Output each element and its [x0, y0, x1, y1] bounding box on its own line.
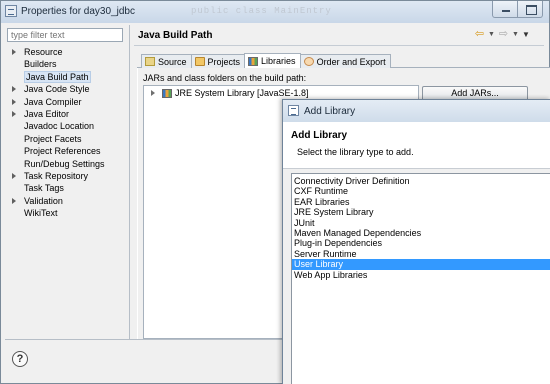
- library-icon: [162, 88, 172, 98]
- nav-tree-label: Java Build Path: [24, 70, 91, 83]
- nav-tree-label: Java Editor: [24, 108, 70, 119]
- expand-arrow-icon[interactable]: [12, 49, 16, 55]
- expand-arrow-icon[interactable]: [12, 110, 16, 117]
- nav-tree-label: Resource: [24, 47, 63, 57]
- sash-divider[interactable]: [129, 25, 130, 339]
- library-type-item[interactable]: Plug-in Dependencies: [292, 238, 550, 248]
- library-type-item[interactable]: EAR Libraries: [292, 197, 550, 207]
- properties-window: Properties for day30_jdbc public class M…: [0, 0, 550, 384]
- library-type-list[interactable]: Connectivity Driver Definition CXF Runtim…: [291, 173, 550, 384]
- dialog-header: Add Library Select the library type to a…: [283, 122, 550, 169]
- library-type-item[interactable]: JRE System Library: [292, 207, 550, 217]
- background-code-text: public class MainEntry: [191, 6, 332, 16]
- minimize-button[interactable]: [492, 1, 518, 18]
- nav-tree-label: Validation: [24, 195, 63, 206]
- nav-tree-label: Builders: [24, 59, 57, 70]
- title-separator: [134, 45, 544, 46]
- back-arrow-icon[interactable]: ⇦: [473, 29, 486, 40]
- nav-tree-item[interactable]: WikiText: [5, 207, 127, 219]
- button-bar-divider: [5, 339, 283, 340]
- add-library-dialog: Add Library Add Library Select the libra…: [282, 99, 550, 384]
- tab-label: Projects: [207, 56, 241, 67]
- projects-icon: [194, 57, 205, 66]
- expand-arrow-icon[interactable]: [151, 90, 155, 96]
- nav-tree-item[interactable]: Java Code Style: [5, 83, 127, 95]
- nav-tree-label: Task Tags: [24, 183, 64, 194]
- dialog-title-glare: [443, 103, 533, 115]
- nav-tree-item[interactable]: Project References: [5, 145, 127, 157]
- nav-tree-label: Project References: [24, 146, 101, 157]
- nav-tree-item[interactable]: Validation: [5, 195, 127, 207]
- libraries-label: JARs and class folders on the build path…: [143, 73, 307, 83]
- nav-tree-label: Task Repository: [24, 170, 89, 181]
- dialog-title: Add Library: [304, 106, 356, 117]
- library-label: JRE System Library [JavaSE-1.8]: [175, 88, 309, 98]
- page-nav-buttons: ⇦ ▼ ⇨ ▼ ▼: [473, 29, 531, 40]
- nav-tree-item[interactable]: Java Compiler: [5, 96, 127, 108]
- nav-tree-label: Project Facets: [24, 133, 82, 144]
- nav-tree-item[interactable]: Builders: [5, 58, 127, 70]
- library-type-item[interactable]: Maven Managed Dependencies: [292, 228, 550, 238]
- maximize-button[interactable]: [517, 1, 543, 18]
- library-type-item[interactable]: Web App Libraries: [292, 270, 550, 280]
- dialog-description: Select the library type to add.: [297, 147, 414, 157]
- properties-nav-tree: Resource Builders Java Build Path Java Code…: [5, 46, 127, 219]
- forward-dropdown-icon[interactable]: ▼: [512, 29, 519, 40]
- tab-label: Source: [158, 56, 187, 67]
- expand-arrow-icon[interactable]: [12, 86, 16, 93]
- nav-tree-item[interactable]: Project Facets: [5, 133, 127, 145]
- window-titlebar[interactable]: Properties for day30_jdbc public class M…: [1, 1, 549, 23]
- nav-tree-label: Java Code Style: [24, 84, 90, 95]
- dialog-heading: Add Library: [291, 130, 348, 141]
- nav-tree-item[interactable]: Task Repository: [5, 170, 127, 182]
- help-icon[interactable]: ?: [12, 351, 28, 367]
- nav-tree-item[interactable]: Java Editor: [5, 108, 127, 120]
- library-type-item[interactable]: CXF Runtime: [292, 186, 550, 196]
- nav-tree-label: Run/Debug Settings: [24, 158, 105, 169]
- filter-input[interactable]: [7, 28, 123, 42]
- tab-libraries[interactable]: Libraries: [244, 53, 301, 68]
- tab-order-and-export[interactable]: Order and Export: [299, 54, 391, 68]
- library-type-item[interactable]: Connectivity Driver Definition: [292, 176, 550, 186]
- dialog-titlebar[interactable]: Add Library: [283, 100, 550, 122]
- nav-tree-item[interactable]: Task Tags: [5, 182, 127, 194]
- expand-arrow-icon[interactable]: [12, 98, 16, 105]
- nav-tree-item[interactable]: Run/Debug Settings: [5, 158, 127, 170]
- order-export-icon: [303, 57, 314, 66]
- window-title: Properties for day30_jdbc: [21, 6, 135, 17]
- library-type-item[interactable]: User Library: [292, 259, 550, 270]
- tab-label: Order and Export: [316, 56, 386, 67]
- page-title: Java Build Path: [138, 30, 213, 41]
- nav-tree-label: Java Compiler: [24, 96, 82, 107]
- nav-tree-item[interactable]: Java Build Path: [5, 70, 127, 83]
- source-folder-icon: [145, 57, 155, 66]
- dialog-window-icon: [288, 105, 299, 116]
- libraries-icon: [248, 56, 259, 66]
- library-type-item[interactable]: JUnit: [292, 218, 550, 228]
- build-path-tabs: Source Projects Libraries Order and Export: [141, 53, 391, 68]
- back-dropdown-icon[interactable]: ▼: [488, 29, 495, 40]
- library-row-jre[interactable]: JRE System Library [JavaSE-1.8]: [151, 88, 309, 98]
- library-type-item[interactable]: Server Runtime: [292, 249, 550, 259]
- forward-arrow-icon[interactable]: ⇨: [497, 29, 510, 40]
- view-menu-icon[interactable]: ▼: [521, 29, 531, 40]
- tab-label: Libraries: [261, 56, 296, 66]
- tab-projects[interactable]: Projects: [190, 54, 246, 68]
- expand-arrow-icon[interactable]: [12, 172, 16, 179]
- nav-tree-item[interactable]: Resource: [5, 46, 127, 58]
- tab-source[interactable]: Source: [141, 54, 192, 68]
- window-controls: [492, 1, 543, 18]
- nav-tree-label: Javadoc Location: [24, 121, 95, 132]
- nav-tree-label: WikiText: [24, 208, 58, 219]
- nav-tree-item[interactable]: Javadoc Location: [5, 120, 127, 132]
- expand-arrow-icon[interactable]: [12, 197, 16, 204]
- window-icon: [5, 5, 17, 17]
